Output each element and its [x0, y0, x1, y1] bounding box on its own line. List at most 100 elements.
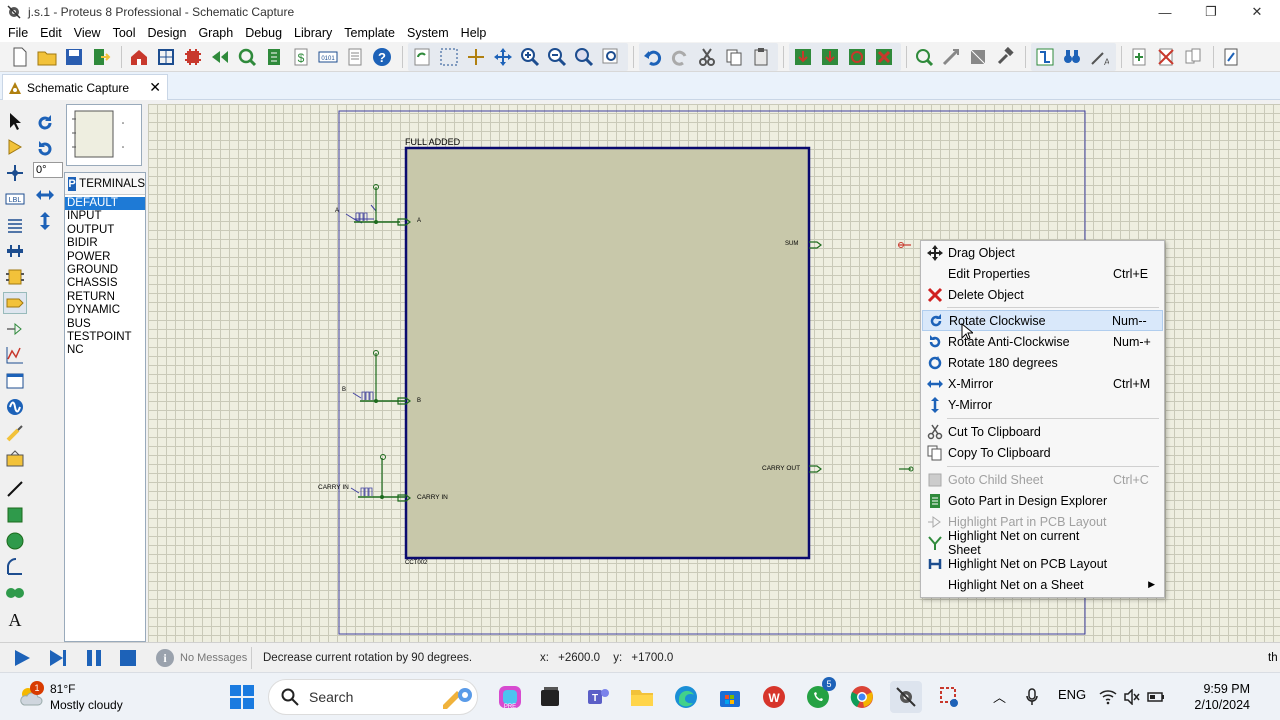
menu-template[interactable]: Template: [338, 26, 401, 40]
microsoft-store-icon[interactable]: [714, 681, 746, 713]
bom-icon[interactable]: [262, 45, 286, 69]
close-window-button[interactable]: ✕: [1234, 0, 1280, 24]
menu-item-edit-properties[interactable]: Edit Properties Ctrl+E: [922, 263, 1163, 284]
restore-button[interactable]: ❐: [1188, 0, 1234, 24]
menu-item-copy-to-clipboard[interactable]: Copy To Clipboard: [922, 442, 1163, 463]
terminal-item-output[interactable]: OUTPUT: [65, 224, 145, 237]
menu-file[interactable]: File: [2, 26, 34, 40]
overview-preview[interactable]: [66, 104, 142, 166]
copy-icon[interactable]: [722, 45, 746, 69]
y-mirror-button[interactable]: [33, 210, 57, 232]
select-icon[interactable]: [3, 110, 27, 132]
block-rotate-icon[interactable]: [845, 45, 869, 69]
save-button[interactable]: [62, 45, 86, 69]
pause-button[interactable]: [82, 647, 106, 669]
terminal-item-return[interactable]: RETURN: [65, 291, 145, 304]
new-file-button[interactable]: [8, 45, 32, 69]
terminal-item-default[interactable]: DEFAULT: [65, 197, 145, 211]
terminal-item-testpoint[interactable]: TESTPOINT: [65, 331, 145, 344]
device-pin-icon[interactable]: [3, 318, 27, 340]
pcb-icon[interactable]: [181, 45, 205, 69]
terminal-item-bus[interactable]: BUS: [65, 318, 145, 331]
cost-icon[interactable]: $: [289, 45, 313, 69]
rotation-angle-input[interactable]: [33, 162, 63, 178]
import-button[interactable]: [89, 45, 113, 69]
terminal-item-nc[interactable]: NC: [65, 344, 145, 357]
file-explorer-icon[interactable]: [626, 681, 658, 713]
menu-item-rotate-anticlockwise[interactable]: Rotate Anti-Clockwise Num-+: [922, 331, 1163, 352]
copilot-app-icon[interactable]: PRE: [494, 681, 526, 713]
menu-item-highlight-net-sheet[interactable]: Highlight Net on a Sheet ▶: [922, 574, 1163, 595]
paste-icon[interactable]: [749, 45, 773, 69]
bus-icon[interactable]: [3, 240, 27, 262]
packaging-tool-icon[interactable]: [966, 45, 990, 69]
grid-toggle-icon[interactable]: [437, 45, 461, 69]
line-icon[interactable]: [3, 478, 27, 500]
menu-item-highlight-net-pcb[interactable]: Highlight Net on PCB Layout: [922, 553, 1163, 574]
menu-item-delete-object[interactable]: Delete Object: [922, 284, 1163, 305]
terminal-item-input[interactable]: INPUT: [65, 210, 145, 223]
menu-system[interactable]: System: [401, 26, 455, 40]
menu-help[interactable]: Help: [455, 26, 493, 40]
generator-icon[interactable]: [3, 396, 27, 418]
cut-icon[interactable]: [695, 45, 719, 69]
menu-item-rotate-180[interactable]: Rotate 180 degrees: [922, 352, 1163, 373]
exit-to-parent-icon[interactable]: [1181, 45, 1205, 69]
tab-schematic-capture[interactable]: Schematic Capture ✕: [2, 74, 168, 100]
menu-edit[interactable]: Edit: [34, 26, 68, 40]
stop-button[interactable]: [116, 647, 140, 669]
subcircuit-icon[interactable]: [3, 266, 27, 288]
pick-terminal-button[interactable]: P: [68, 176, 77, 191]
block-copy-icon[interactable]: [791, 45, 815, 69]
messages-area[interactable]: i No Messages: [152, 647, 252, 669]
new-sheet-icon[interactable]: [1127, 45, 1151, 69]
menu-item-goto-part-design-explorer[interactable]: Goto Part in Design Explorer: [922, 490, 1163, 511]
probe-icon[interactable]: [3, 422, 27, 444]
x-mirror-button[interactable]: [33, 184, 57, 206]
weather-widget[interactable]: 1 81°F Mostly cloudy: [14, 679, 164, 715]
arc-icon[interactable]: [3, 556, 27, 578]
report-icon[interactable]: [1219, 45, 1243, 69]
terminal-item-power[interactable]: POWER: [65, 251, 145, 264]
path-icon[interactable]: [3, 582, 27, 604]
text-script-icon[interactable]: [3, 214, 27, 236]
decompose-icon[interactable]: [993, 45, 1017, 69]
block-delete-icon[interactable]: [872, 45, 896, 69]
remove-sheet-icon[interactable]: [1154, 45, 1178, 69]
notes-icon[interactable]: [343, 45, 367, 69]
task-view-icon[interactable]: [534, 681, 566, 713]
menu-debug[interactable]: Debug: [239, 26, 288, 40]
block-move-icon[interactable]: [818, 45, 842, 69]
pick-device-icon[interactable]: [912, 45, 936, 69]
zoom-area-icon[interactable]: [599, 45, 623, 69]
zoom-out-icon[interactable]: [545, 45, 569, 69]
rotate-clockwise-button[interactable]: [33, 112, 57, 134]
label-icon[interactable]: LBL: [3, 188, 27, 210]
virtual-instrument-icon[interactable]: [3, 448, 27, 470]
redo-icon[interactable]: [668, 45, 692, 69]
gerber-icon[interactable]: [208, 45, 232, 69]
box-icon[interactable]: [3, 504, 27, 526]
menu-item-rotate-clockwise[interactable]: Rotate Clockwise Num--: [922, 310, 1163, 331]
menu-item-highlight-net-current-sheet[interactable]: Highlight Net on current Sheet: [922, 529, 1163, 557]
zoom-in-icon[interactable]: [518, 45, 542, 69]
wifi-icon[interactable]: [1099, 689, 1117, 705]
property-tool-icon[interactable]: A: [1087, 45, 1111, 69]
menu-design[interactable]: Design: [142, 26, 193, 40]
component-icon[interactable]: [3, 136, 27, 158]
microphone-icon[interactable]: [1025, 688, 1039, 706]
wps-office-icon[interactable]: W: [758, 681, 790, 713]
zoom-all-icon[interactable]: [572, 45, 596, 69]
terminal-icon[interactable]: [3, 292, 27, 314]
taskbar-clock[interactable]: 9:59 PM 2/10/2024: [1180, 681, 1250, 713]
volume-muted-icon[interactable]: [1123, 689, 1141, 705]
taskbar-search-box[interactable]: Search: [268, 679, 478, 715]
refresh-icon[interactable]: [410, 45, 434, 69]
terminal-item-dynamic[interactable]: DYNAMIC: [65, 304, 145, 317]
menu-item-x-mirror[interactable]: X-Mirror Ctrl+M: [922, 373, 1163, 394]
play-button[interactable]: [10, 647, 34, 669]
windows-start-icon[interactable]: [228, 683, 256, 711]
menu-item-drag-object[interactable]: Drag Object: [922, 242, 1163, 263]
menu-item-y-mirror[interactable]: Y-Mirror: [922, 394, 1163, 415]
snipping-tool-icon[interactable]: [934, 681, 966, 713]
